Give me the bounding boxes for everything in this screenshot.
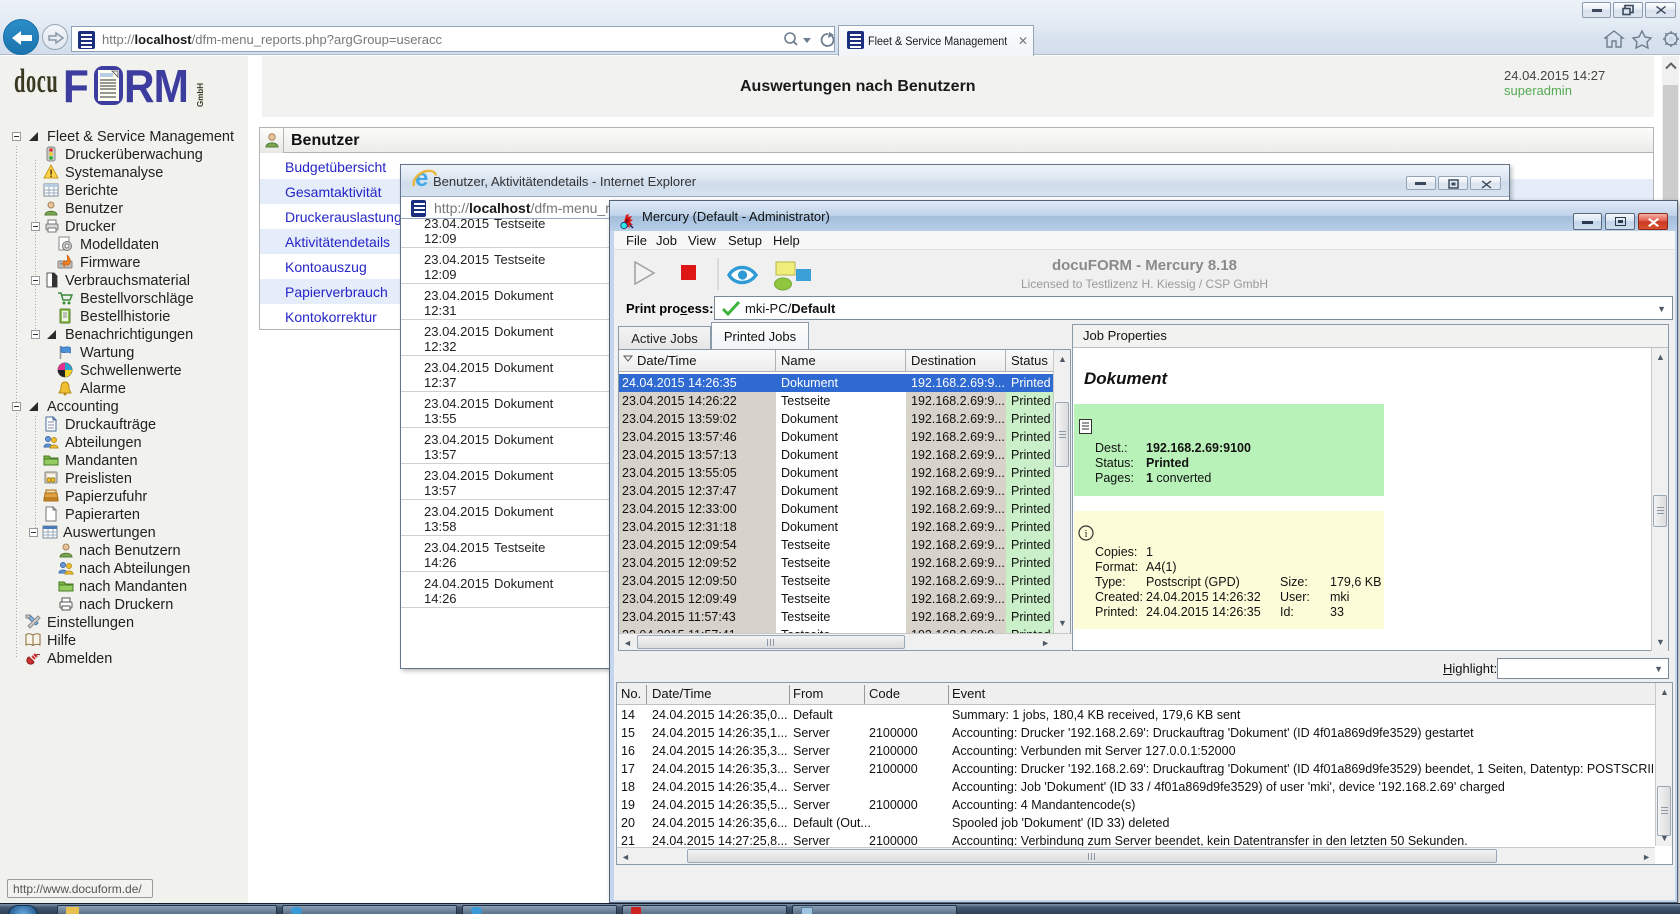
svg-text:i: i xyxy=(1084,528,1087,540)
